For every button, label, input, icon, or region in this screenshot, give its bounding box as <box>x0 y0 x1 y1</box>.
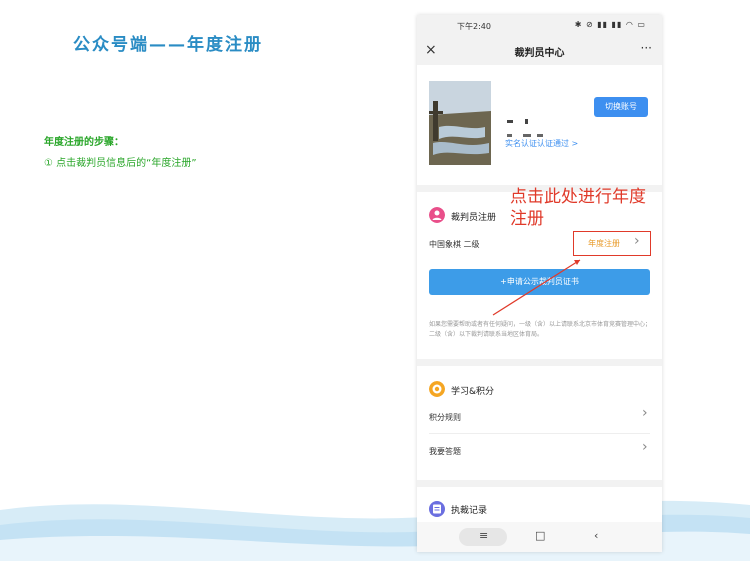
record-icon <box>429 501 445 517</box>
more-menu-icon[interactable]: ··· <box>641 41 652 55</box>
home-icon[interactable]: □ <box>535 529 545 542</box>
steps-title: 年度注册的步骤： <box>44 137 124 148</box>
back-icon[interactable]: ‹ <box>594 529 598 542</box>
profile-card: 切换账号 实名认证认证通过 > <box>417 65 662 185</box>
callout-annotation: 点击此处进行年度注册 <box>510 187 646 229</box>
slide-title: 公众号端——年度注册 <box>73 35 263 55</box>
apply-certificate-button[interactable]: +申请公示裁判员证书 <box>429 269 650 295</box>
status-icons: ✱ ⊘ ▮▮ ▮▮ ◠ ▭ <box>574 20 646 29</box>
masked-id <box>507 123 547 137</box>
verified-link[interactable]: 实名认证认证通过 > <box>505 138 578 149</box>
study-section-title: 学习&积分 <box>451 387 495 397</box>
avatar <box>429 81 491 165</box>
study-icon <box>429 381 445 397</box>
section-divider <box>417 480 662 487</box>
answer-questions-row[interactable]: 我要答题 <box>429 446 461 457</box>
step-item-1: ① 点击裁判员信息后的“年度注册” <box>44 158 197 169</box>
record-section-title: 执裁记录 <box>451 506 488 516</box>
referee-icon <box>429 207 445 223</box>
chevron-right-icon[interactable]: › <box>642 439 648 455</box>
chevron-right-icon[interactable]: › <box>642 405 648 421</box>
phone-screen: 下午2:40 ✱ ⊘ ▮▮ ▮▮ ◠ ▭ × 裁判员中心 ··· 切换账号 实名… <box>417 15 662 552</box>
points-rules-row[interactable]: 积分规则 <box>429 412 461 423</box>
help-note: 如果您需要帮助或者有任何疑问，一级（含）以上请联系北京市体育竞赛管理中心；二级（… <box>429 321 652 338</box>
switch-account-button[interactable]: 切换账号 <box>594 97 648 117</box>
referee-section-title: 裁判员注册 <box>451 213 497 223</box>
menu-icon[interactable]: ≡ <box>479 529 488 542</box>
referee-level: 中国象棋 二级 <box>429 240 480 249</box>
section-divider <box>417 359 662 366</box>
nav-bar: × 裁判员中心 ··· <box>417 37 662 65</box>
status-time: 下午2:40 <box>457 22 491 31</box>
masked-name <box>507 109 531 124</box>
annual-registration-button[interactable]: 年度注册 › <box>573 231 651 256</box>
chevron-right-icon: › <box>634 233 640 249</box>
status-bar: 下午2:40 ✱ ⊘ ▮▮ ▮▮ ◠ ▭ <box>417 15 662 37</box>
page-title: 裁判员中心 <box>514 48 565 59</box>
annual-registration-label: 年度注册 <box>588 239 620 248</box>
system-nav-bar: ≡ □ ‹ <box>417 522 662 552</box>
row-divider <box>429 433 650 434</box>
